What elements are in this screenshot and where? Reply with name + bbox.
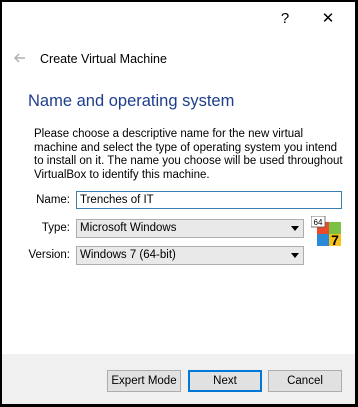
name-label: Name: xyxy=(36,194,70,206)
help-button[interactable]: ? xyxy=(265,2,305,34)
expert-mode-button[interactable]: Expert Mode xyxy=(107,370,181,392)
version-select-value: Windows 7 (64-bit) xyxy=(80,249,176,261)
version-select[interactable]: Windows 7 (64-bit) xyxy=(76,246,304,265)
type-label: Type: xyxy=(41,222,70,234)
type-select-value: Microsoft Windows xyxy=(80,222,177,234)
name-input[interactable] xyxy=(76,191,342,209)
create-vm-dialog: ? ✕ Create Virtual Machine Name and oper… xyxy=(2,2,355,404)
type-select[interactable]: Microsoft Windows xyxy=(76,219,304,238)
wizard-title: Create Virtual Machine xyxy=(40,52,167,66)
chevron-down-icon xyxy=(291,226,299,231)
cancel-button[interactable]: Cancel xyxy=(268,370,342,392)
page-description: Please choose a descriptive name for the… xyxy=(34,128,343,181)
wizard-footer: Expert Mode Next Cancel xyxy=(2,354,355,404)
back-arrow-icon[interactable] xyxy=(10,48,30,68)
title-bar: ? ✕ xyxy=(2,2,355,34)
windows-7-64bit-icon: 64 7 xyxy=(311,216,343,248)
wizard-header: Create Virtual Machine xyxy=(2,34,355,84)
chevron-down-icon xyxy=(291,253,299,258)
close-button[interactable]: ✕ xyxy=(308,2,348,34)
page-title: Name and operating system xyxy=(28,92,235,110)
svg-text:7: 7 xyxy=(331,232,339,248)
os-icon-badge: 64 xyxy=(314,218,323,227)
next-button[interactable]: Next xyxy=(188,370,262,392)
wizard-page: Name and operating system Please choose … xyxy=(2,84,355,354)
version-label: Version: xyxy=(28,249,70,261)
